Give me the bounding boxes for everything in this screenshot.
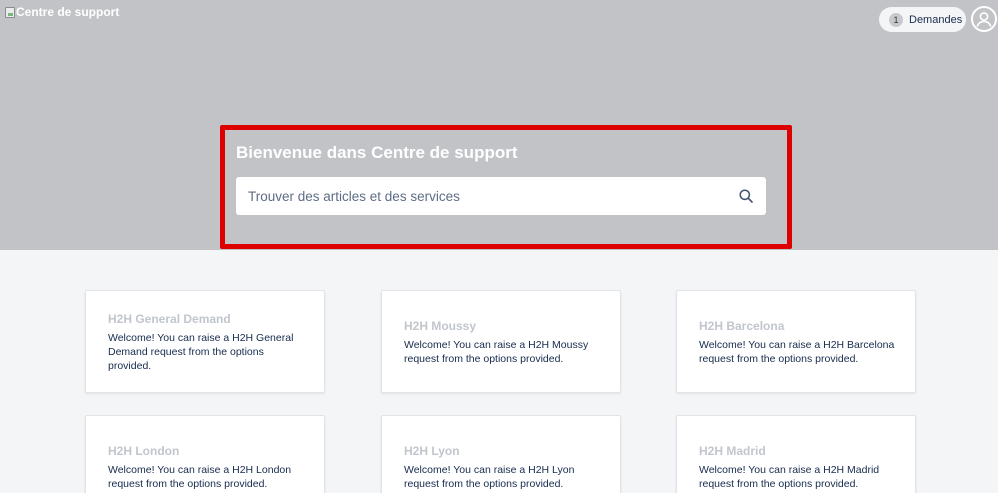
logo-alt-text: Centre de support [16, 5, 120, 19]
user-icon [973, 8, 995, 30]
project-card[interactable]: H2H Madrid Welcome! You can raise a H2H … [676, 415, 916, 493]
project-description: Welcome! You can raise a H2H Moussy requ… [404, 339, 589, 365]
project-title: H2H General Demand [108, 312, 231, 326]
user-avatar[interactable] [971, 6, 997, 32]
project-card[interactable]: H2H London Welcome! You can raise a H2H … [85, 415, 325, 493]
project-card[interactable]: H2H Barcelona Welcome! You can raise a H… [676, 290, 916, 393]
requests-count-badge: 1 [889, 12, 903, 27]
project-description: Welcome! You can raise a H2H Barcelona r… [699, 339, 895, 365]
project-description: Welcome! You can raise a H2H Lyon reques… [404, 464, 575, 490]
project-title: H2H Moussy [404, 319, 477, 333]
requests-label: Demandes [909, 13, 963, 26]
requests-button[interactable]: 1 Demandes [879, 7, 966, 32]
project-card[interactable]: H2H Lyon Welcome! You can raise a H2H Ly… [381, 415, 621, 493]
search-bar[interactable] [236, 177, 766, 215]
project-card[interactable]: H2H General Demand Welcome! You can rais… [85, 290, 325, 393]
project-title: H2H Barcelona [699, 319, 785, 333]
project-card[interactable]: H2H Moussy Welcome! You can raise a H2H … [381, 290, 621, 393]
project-title: H2H Madrid [699, 444, 766, 458]
project-title: H2H Lyon [404, 444, 460, 458]
project-title: H2H London [108, 444, 180, 458]
search-icon[interactable] [739, 189, 753, 203]
search-input[interactable] [248, 178, 718, 214]
project-description: Welcome! You can raise a H2H General Dem… [108, 332, 294, 372]
broken-image-icon [5, 7, 15, 18]
welcome-title: Bienvenue dans Centre de support [236, 143, 518, 162]
project-description: Welcome! You can raise a H2H Madrid requ… [699, 464, 880, 490]
help-center-logo[interactable]: Centre de support [5, 6, 119, 19]
project-description: Welcome! You can raise a H2H London requ… [108, 464, 292, 490]
